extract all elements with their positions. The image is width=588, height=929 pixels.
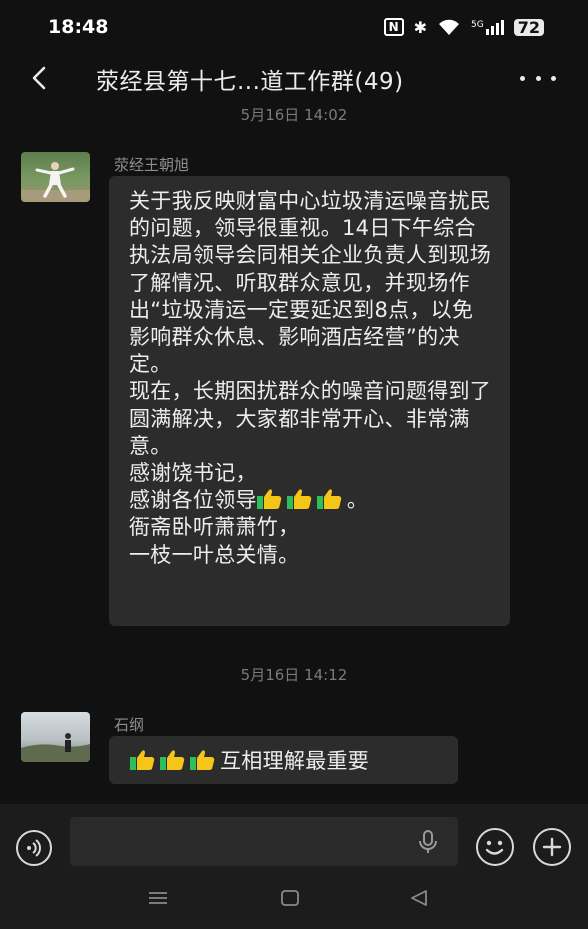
more-options-button[interactable] [520,66,556,90]
dot [535,75,541,81]
more-functions-button[interactable] [533,828,571,866]
plus-icon [542,837,562,857]
home-button[interactable] [280,888,300,912]
voice-input-button[interactable] [16,830,52,866]
message-paragraph: 感谢各位领导。 [129,488,369,513]
network-type: 5G [471,19,484,30]
signal-icon: 5G [471,19,504,35]
thumbs-up-icon [286,489,312,510]
message-text: 互相理解最重要 [220,749,370,773]
status-time: 18:48 [48,16,109,38]
thumbs-up-icon [256,489,282,510]
message-input[interactable] [70,817,458,866]
message-bubble[interactable]: 关于我反映财富中心垃圾清运噪音扰民的问题，领导很重视。14日下午综合执法局领导会… [109,176,510,626]
battery-icon: 72 [513,18,544,36]
nfc-icon: N [383,18,404,36]
status-icons: N ✱ 5G 72 [383,17,544,37]
emoji-button[interactable] [476,828,514,866]
message-bubble[interactable]: 互相理解最重要 [109,736,458,784]
menu-icon [149,892,167,904]
system-nav-bar [0,876,588,929]
avatar[interactable] [21,712,90,762]
status-bar: 18:48 N ✱ 5G 72 [0,0,588,54]
message-paragraph: 感谢饶书记， [129,461,257,486]
message-paragraph: 衙斋卧听萧萧竹， [129,515,300,540]
chat-title: 荥经县第十七...道工作群(49) [96,69,404,95]
message-paragraph: 关于我反映财富中心垃圾清运噪音扰民的问题，领导很重视。14日下午综合执法局领导会… [129,189,492,377]
chat-header: 荥经县第十七...道工作群(49) [0,54,588,102]
voice-icon [27,839,41,857]
back-triangle-icon [411,890,427,906]
avatar-photo [21,162,90,202]
recent-apps-button[interactable] [146,888,170,912]
home-square-icon [281,890,299,906]
chevron-left-icon [32,66,46,90]
bluetooth-icon: ✱ [413,17,428,37]
system-back-button[interactable] [408,888,430,912]
thumbs-up-icon [130,750,155,770]
thumbs-up-icon [190,750,215,770]
message-text: 感谢各位领导 [129,488,257,513]
sender-name: 荥经王朝旭 [114,156,190,174]
dot [520,75,525,81]
avatar[interactable] [21,152,90,202]
message-timestamp: 5月16日 14:12 [240,666,348,684]
sender-name: 石纲 [114,716,145,734]
thumbs-up-icon [316,489,342,510]
microphone-icon[interactable] [418,830,438,854]
message-timestamp: 5月16日 14:02 [240,106,348,124]
message-paragraph: 一枝一叶总关情。 [129,542,300,567]
wifi-icon [439,19,460,35]
message-paragraph: 现在，长期困扰群众的噪音问题得到了圆满解决，大家都非常开心、非常满意。 [129,379,492,458]
smiley-icon [485,840,504,855]
avatar-photo [21,733,90,762]
dot [551,75,556,81]
thumbs-up-icon [160,750,185,770]
back-button[interactable] [24,62,54,94]
